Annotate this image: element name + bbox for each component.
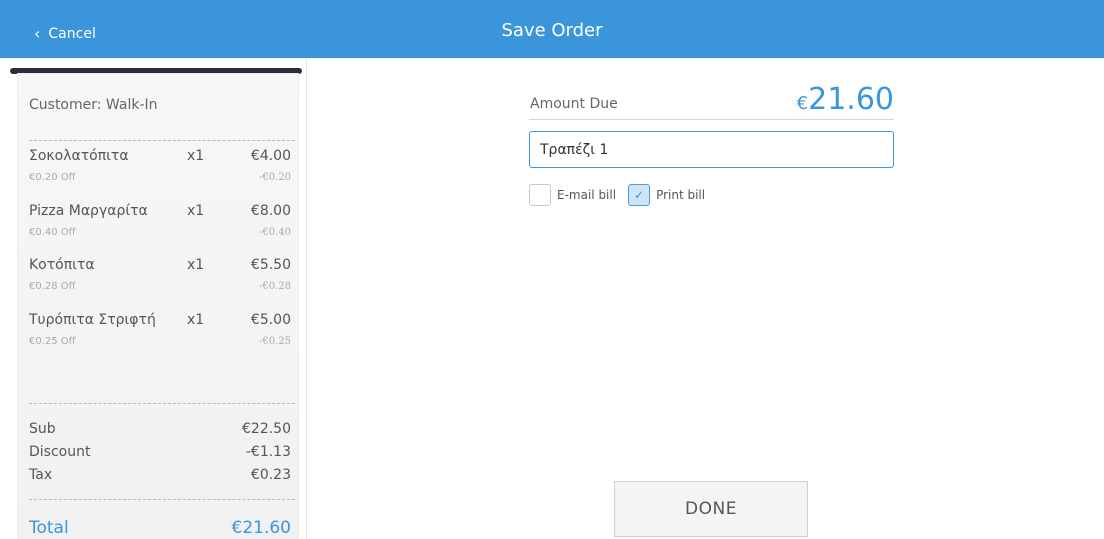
item-discount-amount: -€0.40 xyxy=(258,226,291,238)
subtotal-value: €22.50 xyxy=(242,421,291,437)
discount-value: -€1.13 xyxy=(245,444,291,460)
item-discount-amount: -€0.25 xyxy=(258,335,291,347)
receipt-item: Κοτόπιτα x1 €5.50 €0.28 Off -€0.28 xyxy=(29,254,291,296)
receipt-item: Τυρόπιτα Στριφτή x1 €5.00 €0.25 Off -€0.… xyxy=(29,309,291,351)
item-qty: x1 xyxy=(187,312,205,328)
item-name: Τυρόπιτα Στριφτή xyxy=(29,312,156,328)
email-bill-label[interactable]: E-mail bill xyxy=(557,188,616,202)
order-note-input[interactable] xyxy=(529,131,894,168)
divider xyxy=(29,403,295,404)
customer-label: Customer: Walk-In xyxy=(29,97,158,113)
top-bar: ‹ Cancel Save Order xyxy=(0,0,1104,58)
item-discount-label: €0.28 Off xyxy=(29,280,76,292)
done-button[interactable]: DONE xyxy=(614,481,808,537)
amount-number: 21.60 xyxy=(808,82,894,117)
amount-due-label: Amount Due xyxy=(530,96,618,112)
tax-label: Tax xyxy=(29,467,53,483)
subtotal-row: Sub €22.50 xyxy=(29,421,291,437)
item-name: Pizza Μαργαρίτα xyxy=(29,203,148,219)
tax-value: €0.23 xyxy=(250,467,291,483)
amount-due-value: €21.60 xyxy=(797,82,894,117)
discount-label: Discount xyxy=(29,444,91,460)
receipt-paper: Customer: Walk-In Σοκολατόπιτα x1 €4.00 … xyxy=(17,73,299,539)
divider xyxy=(529,119,894,120)
item-price: €5.00 xyxy=(250,312,291,328)
receipt-item: Σοκολατόπιτα x1 €4.00 €0.20 Off -€0.20 xyxy=(29,145,291,187)
item-discount-label: €0.25 Off xyxy=(29,335,76,347)
item-discount-amount: -€0.28 xyxy=(258,280,291,292)
subtotal-label: Sub xyxy=(29,421,56,437)
item-discount-amount: -€0.20 xyxy=(258,171,291,183)
bill-options: E-mail bill ✓ Print bill xyxy=(529,184,717,206)
currency-symbol: € xyxy=(796,93,809,114)
item-name: Σοκολατόπιτα xyxy=(29,148,129,164)
check-icon: ✓ xyxy=(634,188,645,202)
item-discount-label: €0.20 Off xyxy=(29,171,76,183)
item-price: €8.00 xyxy=(250,203,291,219)
item-price: €5.50 xyxy=(250,257,291,273)
email-bill-checkbox[interactable] xyxy=(529,184,551,206)
print-bill-label[interactable]: Print bill xyxy=(656,188,705,202)
total-label: Total xyxy=(29,518,69,538)
item-name: Κοτόπιτα xyxy=(29,257,95,273)
total-row: Total €21.60 xyxy=(29,518,291,538)
tax-row: Tax €0.23 xyxy=(29,467,291,483)
item-qty: x1 xyxy=(187,203,205,219)
divider xyxy=(29,140,295,141)
discount-row: Discount -€1.13 xyxy=(29,444,291,460)
item-discount-label: €0.40 Off xyxy=(29,226,76,238)
divider xyxy=(29,499,295,500)
print-bill-checkbox[interactable]: ✓ xyxy=(628,184,651,206)
page-title: Save Order xyxy=(501,20,603,41)
item-qty: x1 xyxy=(187,148,205,164)
item-price: €4.00 xyxy=(250,148,291,164)
receipt-panel: Customer: Walk-In Σοκολατόπιτα x1 €4.00 … xyxy=(0,58,307,539)
receipt-item: Pizza Μαργαρίτα x1 €8.00 €0.40 Off -€0.4… xyxy=(29,200,291,242)
item-qty: x1 xyxy=(187,257,205,273)
total-value: €21.60 xyxy=(231,518,291,538)
